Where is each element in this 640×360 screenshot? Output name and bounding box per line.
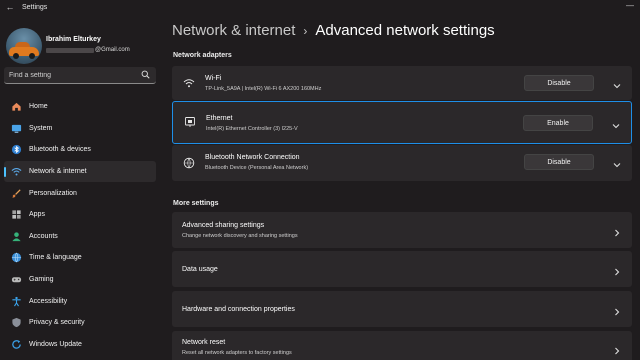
- adapter-description: Bluetooth Device (Personal Area Network): [205, 165, 309, 171]
- window-controls: —: [626, 1, 634, 10]
- nav-item-label: Apps: [29, 211, 45, 219]
- chevron-down-icon[interactable]: [612, 157, 622, 168]
- bluetooth-icon: [10, 144, 22, 156]
- shield-icon: [10, 317, 22, 329]
- nav-item-home[interactable]: Home: [4, 96, 156, 118]
- breadcrumb: Network & internet › Advanced network se…: [172, 22, 495, 39]
- nav-item-label: Accessibility: [29, 297, 68, 305]
- nav-item-accessibility[interactable]: Accessibility: [4, 290, 156, 312]
- setting-data-usage[interactable]: Data usage: [172, 251, 632, 287]
- back-arrow-icon[interactable]: ←: [0, 2, 20, 12]
- ethernet-icon: [183, 115, 197, 129]
- breadcrumb-separator: ›: [303, 23, 308, 38]
- chevron-right-icon: [612, 304, 622, 316]
- enable-button[interactable]: Enable: [523, 115, 593, 131]
- email-redaction: [46, 47, 94, 53]
- setting-network-reset[interactable]: Network reset Reset all network adapters…: [172, 331, 632, 360]
- nav-item-label: Bluetooth & devices: [29, 146, 91, 154]
- home-icon: [10, 101, 22, 113]
- adapter-card-wifi[interactable]: Wi-Fi TP-Link_5A9A | Intel(R) Wi-Fi 6 AX…: [172, 66, 632, 100]
- nav-item-label: Gaming: [29, 276, 54, 284]
- search-box[interactable]: [4, 67, 156, 84]
- nav-item-bluetooth[interactable]: Bluetooth & devices: [4, 139, 156, 161]
- adapter-name: Ethernet: [206, 115, 233, 122]
- nav-item-label: Network & internet: [29, 168, 87, 176]
- setting-name: Hardware and connection properties: [182, 306, 295, 313]
- nav-item-system[interactable]: System: [4, 118, 156, 140]
- section-title-network-adapters: Network adapters: [173, 52, 232, 59]
- setting-hardware-properties[interactable]: Hardware and connection properties: [172, 291, 632, 327]
- user-email-suffix: @Gmail.com: [95, 47, 130, 53]
- setting-name: Advanced sharing settings: [182, 222, 265, 229]
- search-input[interactable]: [9, 71, 137, 79]
- setting-name: Data usage: [182, 266, 218, 273]
- bluetooth-network-icon: [182, 156, 196, 170]
- nav-item-label: Personalization: [29, 189, 77, 197]
- disable-button[interactable]: Disable: [524, 154, 594, 170]
- nav-item-label: System: [29, 124, 53, 132]
- adapter-name: Wi-Fi: [205, 75, 222, 82]
- accessibility-icon: [10, 295, 22, 307]
- user-name: Ibrahim Elturkey: [46, 36, 101, 43]
- gamepad-icon: [10, 274, 22, 286]
- app-title: Settings: [22, 3, 48, 11]
- avatar: [6, 28, 42, 64]
- section-title-more-settings: More settings: [173, 200, 219, 207]
- apps-icon: [10, 209, 22, 221]
- wifi-icon: [182, 76, 196, 90]
- adapter-description: Intel(R) Ethernet Controller (3) I225-V: [206, 126, 298, 132]
- minimize-icon[interactable]: —: [626, 1, 634, 10]
- breadcrumb-parent[interactable]: Network & internet: [172, 22, 295, 39]
- chevron-right-icon: [612, 343, 622, 355]
- adapter-card-bluetooth[interactable]: Bluetooth Network Connection Bluetooth D…: [172, 145, 632, 181]
- nav-item-label: Home: [29, 103, 48, 111]
- adapter-description: TP-Link_5A9A | Intel(R) Wi-Fi 6 AX200 16…: [205, 86, 322, 92]
- nav-item-personalization[interactable]: Personalization: [4, 182, 156, 204]
- nav-item-apps[interactable]: Apps: [4, 204, 156, 226]
- nav-item-time-language[interactable]: Time & language: [4, 247, 156, 269]
- chevron-right-icon: [612, 225, 622, 237]
- setting-description: Reset all network adapters to factory se…: [182, 350, 292, 356]
- nav-item-label: Windows Update: [29, 340, 82, 348]
- setting-name: Network reset: [182, 339, 226, 346]
- title-bar: ← Settings —: [0, 0, 640, 14]
- disable-button[interactable]: Disable: [524, 75, 594, 91]
- nav-item-windows-update[interactable]: Windows Update: [4, 334, 156, 356]
- person-icon: [10, 230, 22, 242]
- sidebar: Ibrahim Elturkey @Gmail.com Home System …: [0, 14, 160, 360]
- wifi-icon: [10, 166, 22, 178]
- nav-list: Home System Bluetooth & devices Network …: [4, 96, 156, 355]
- chevron-down-icon[interactable]: [612, 78, 622, 89]
- nav-item-gaming[interactable]: Gaming: [4, 269, 156, 291]
- adapter-card-ethernet[interactable]: Ethernet Intel(R) Ethernet Controller (3…: [172, 101, 632, 144]
- search-icon[interactable]: [141, 70, 150, 79]
- globe-clock-icon: [10, 252, 22, 264]
- nav-item-label: Accounts: [29, 232, 58, 240]
- nav-item-accounts[interactable]: Accounts: [4, 226, 156, 248]
- monitor-icon: [10, 122, 22, 134]
- user-profile[interactable]: Ibrahim Elturkey @Gmail.com: [6, 28, 156, 64]
- nav-item-label: Privacy & security: [29, 319, 85, 327]
- update-icon: [10, 338, 22, 350]
- adapter-name: Bluetooth Network Connection: [205, 154, 300, 161]
- main-content: Network & internet › Advanced network se…: [160, 14, 640, 360]
- chevron-down-icon[interactable]: [611, 118, 621, 129]
- brush-icon: [10, 187, 22, 199]
- nav-item-network[interactable]: Network & internet: [4, 160, 156, 183]
- nav-item-label: Time & language: [29, 254, 82, 262]
- chevron-right-icon: [612, 264, 622, 276]
- setting-advanced-sharing[interactable]: Advanced sharing settings Change network…: [172, 212, 632, 248]
- nav-item-privacy-security[interactable]: Privacy & security: [4, 312, 156, 334]
- user-email: @Gmail.com: [46, 47, 130, 53]
- page-title: Advanced network settings: [315, 22, 495, 39]
- setting-description: Change network discovery and sharing set…: [182, 233, 298, 239]
